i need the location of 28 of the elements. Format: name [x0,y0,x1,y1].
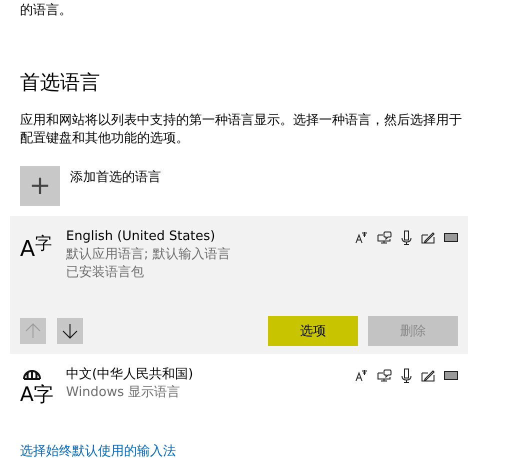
speech-icon [377,231,392,244]
section-description: 应用和网站将以列表中支持的第一种语言显示。选择一种语言，然后选择用于配置键盘和其他功能的选项。 [20,112,463,148]
microphone-icon [401,368,412,383]
keyboard-icon [444,371,458,380]
keyboard-icon [444,233,458,242]
language-name: 中文(中华人民共和国) [66,366,194,384]
intro-text: 的语言。 [20,2,73,20]
input-method-link[interactable]: 选择始终默认使用的输入法 [20,442,176,458]
text-icon [355,231,368,244]
text-icon [355,369,368,382]
microphone-icon [401,230,412,245]
handwriting-icon [421,370,435,382]
globe-icon [22,367,42,383]
down-arrow-icon [62,323,78,339]
up-arrow-icon [25,323,41,339]
language-detail: Windows 显示语言 [66,384,182,402]
handwriting-icon [421,232,435,244]
speech-icon [377,369,392,382]
section-title: 首选语言 [20,69,101,96]
add-language-button[interactable]: + [20,166,60,206]
add-language-label[interactable]: 添加首选的语言 [70,168,161,186]
move-down-button[interactable] [57,318,83,344]
language-icon: A字 [20,382,54,406]
language-detail: 已安装语言包 [66,264,145,282]
language-icon: A$^{字}$ [20,237,52,262]
options-button[interactable]: 选项 [268,316,358,346]
language-detail: 默认应用语言; 默认输入语言 [66,246,232,264]
language-name: English (United States) [66,228,216,246]
